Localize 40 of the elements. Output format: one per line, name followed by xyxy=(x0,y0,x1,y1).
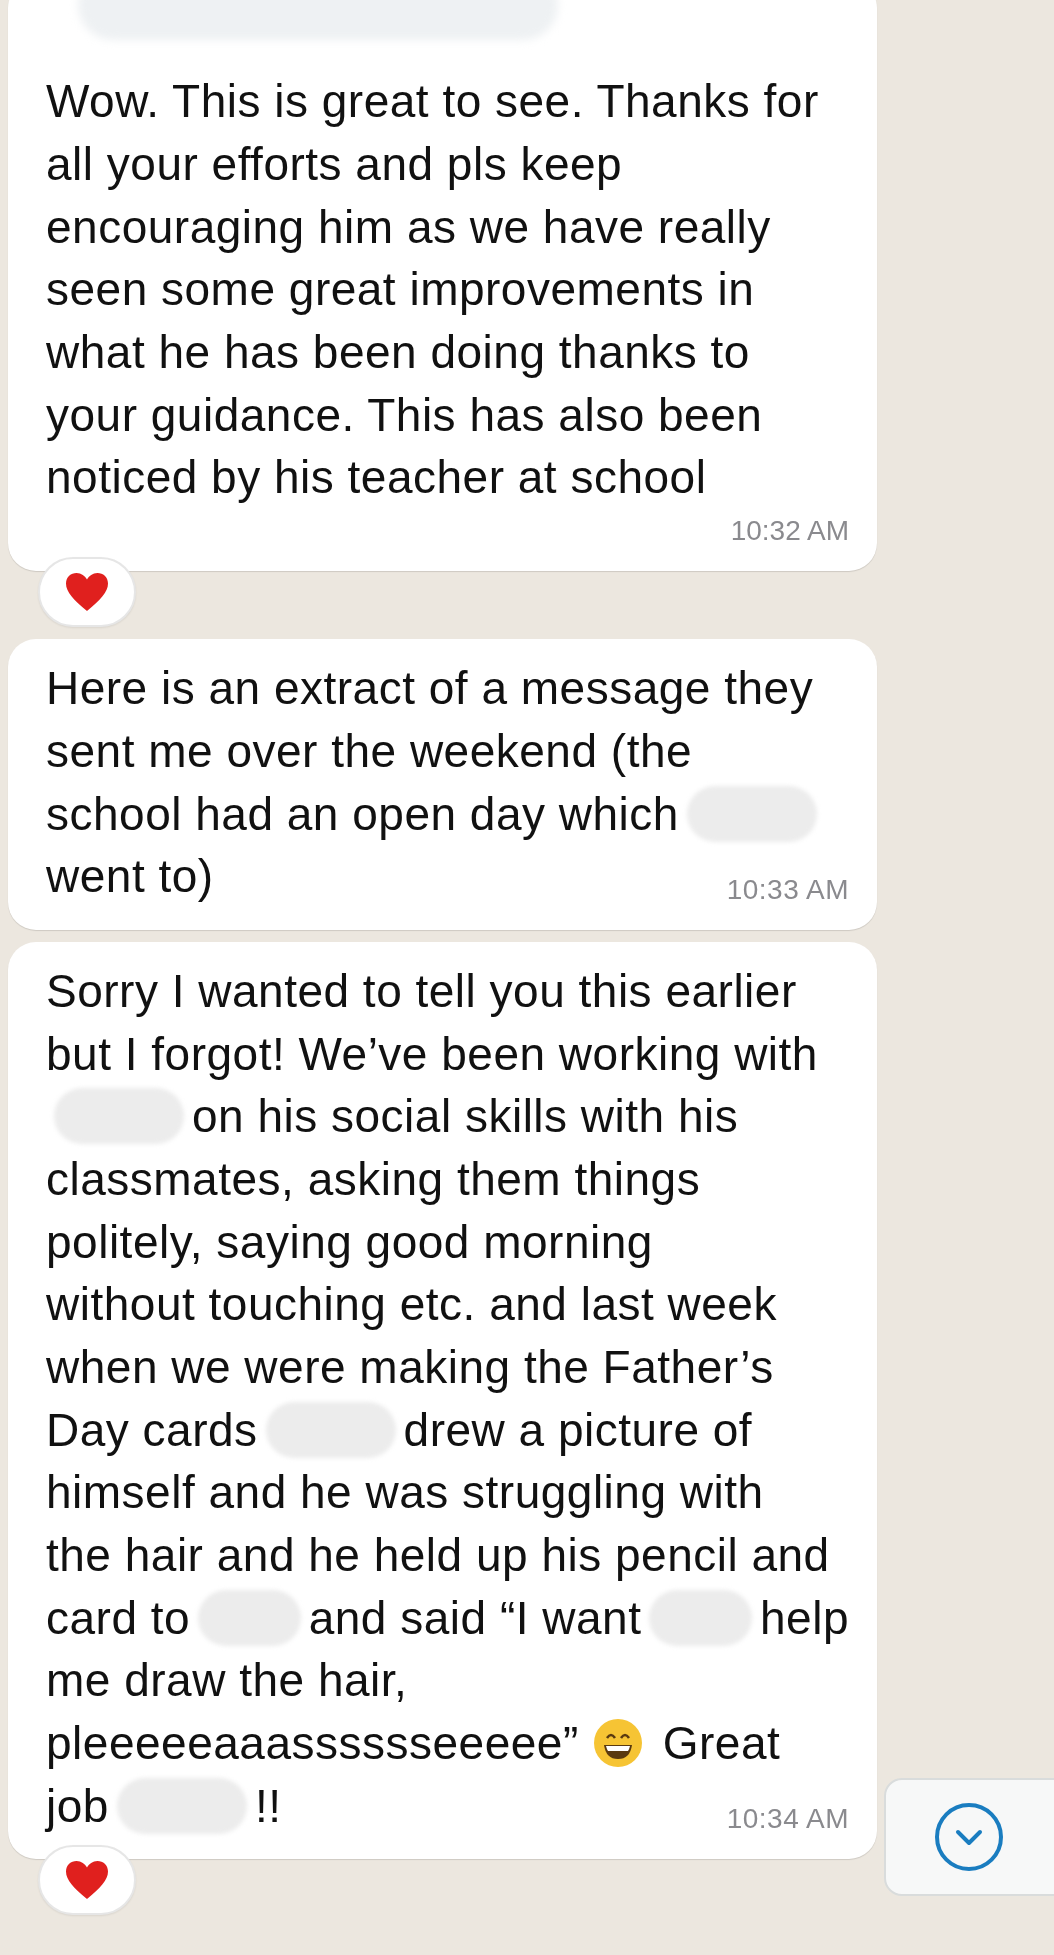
message-text: encouraging him as we have really xyxy=(46,199,771,254)
message-time: 10:33 AM xyxy=(726,873,849,907)
message-text: the hair and he held up his pencil and xyxy=(46,1528,830,1583)
message-text: help xyxy=(760,1590,849,1645)
heart-icon xyxy=(64,570,110,613)
chevron-down-icon xyxy=(934,1802,1004,1872)
message-text: when we were making the Father’s xyxy=(46,1340,774,1395)
message-text: Sorry I wanted to tell you this earlier xyxy=(46,963,797,1018)
message-text: went to) xyxy=(46,849,214,904)
message-text: Great xyxy=(662,1716,781,1771)
message-text: Wow. This is great to see. Thanks for xyxy=(46,74,819,129)
scroll-down-button[interactable] xyxy=(884,1778,1054,1896)
message-text: job xyxy=(46,1778,109,1833)
grinning-emoji-icon xyxy=(592,1718,643,1769)
message-text: without touching etc. and last week xyxy=(46,1277,777,1332)
message-text: but I forgot! We’ve been working with xyxy=(46,1026,818,1081)
message-text: school had an open day which xyxy=(46,786,679,841)
message-text: all your efforts and pls keep xyxy=(46,137,623,192)
message-text: me draw the hair, xyxy=(46,1653,408,1708)
message-text: sent me over the weekend (the xyxy=(46,723,693,778)
message-text: Day cards xyxy=(46,1402,258,1457)
message-text: card to xyxy=(46,1590,191,1645)
message-text: on his social skills with his xyxy=(192,1089,739,1144)
message-text: Here is an extract of a message they xyxy=(46,661,814,716)
reaction-badge[interactable] xyxy=(38,556,136,627)
message-text: classmates, asking them things xyxy=(46,1151,701,1206)
message-text: drew a picture of xyxy=(403,1402,753,1457)
message-text: !! xyxy=(254,1778,282,1833)
message-text: seen some great improvements in xyxy=(46,262,755,317)
message-text: pleeeeeaaasssssseeeee” xyxy=(46,1716,579,1771)
message-time: 10:34 AM xyxy=(726,1803,849,1837)
heart-icon xyxy=(64,1859,110,1902)
message-text: what he has been doing thanks to xyxy=(46,325,750,380)
reaction-badge[interactable] xyxy=(38,1845,136,1916)
message-text: himself and he was struggling with xyxy=(46,1465,764,1520)
message-time: 10:32 AM xyxy=(730,514,849,548)
message-text: noticed by his teacher at school xyxy=(46,450,707,505)
message-text: politely, saying good morning xyxy=(46,1214,653,1269)
message-text: and said “I want xyxy=(308,1590,642,1645)
message-text: your guidance. This has also been xyxy=(46,387,763,442)
